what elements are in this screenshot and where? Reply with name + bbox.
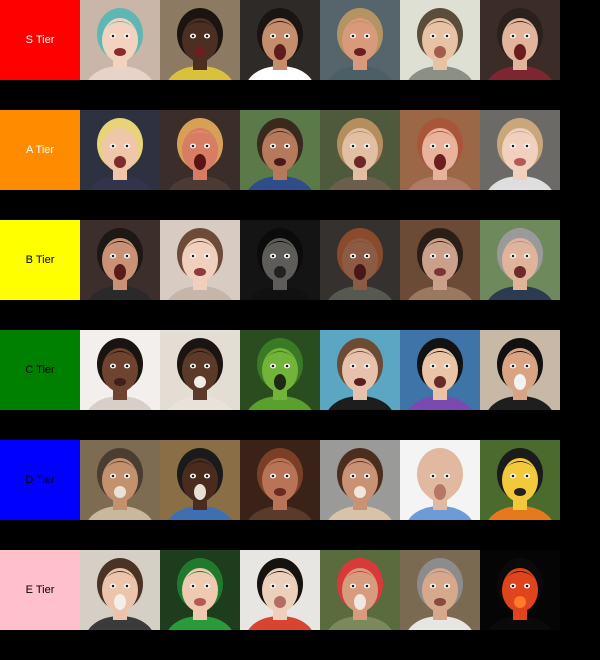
- braids-woman-image: [80, 330, 160, 410]
- crying-baby-image: [400, 220, 480, 300]
- man-cap-squinting-tile[interactable]: [160, 440, 240, 520]
- green-peppers-faces-tile[interactable]: [240, 330, 320, 410]
- yelling-man-blonde-tile[interactable]: [320, 0, 400, 80]
- surprised-baby-tile[interactable]: [480, 110, 560, 190]
- surprised-grey-hair-man-tile[interactable]: [480, 220, 560, 300]
- man-beanie-shocked-image: [320, 220, 400, 300]
- tier-label[interactable]: B Tier: [0, 220, 80, 300]
- surprised-grey-hair-man-image: [480, 220, 560, 300]
- screaming-girl-dark-hair-image: [240, 0, 320, 80]
- yelling-man-glasses-image: [80, 110, 160, 190]
- glowing-pumpkin-dark-image: [480, 550, 560, 630]
- tier-row-b-tier: B Tier: [0, 220, 600, 300]
- gamer-headset-shocked-image: [480, 0, 560, 80]
- yelling-man-glasses-tile[interactable]: [80, 110, 160, 190]
- seated-man-office-image: [400, 550, 480, 630]
- green-peppers-faces-image: [240, 330, 320, 410]
- tier-row-c-tier: C Tier: [0, 330, 600, 410]
- screaming-curly-hair-woman-tile[interactable]: [320, 110, 400, 190]
- hypno-glasses-man-image: [80, 220, 160, 300]
- lego-figure-flower-image: [480, 440, 560, 520]
- tier-items: [80, 550, 560, 630]
- shocked-woman-teal-hair-image: [80, 0, 160, 80]
- young-man-earbuds-image: [160, 330, 240, 410]
- shocked-boy-yellow-shirt-tile[interactable]: [160, 0, 240, 80]
- bald-man-blue-shirt-image: [400, 440, 480, 520]
- laughing-girl-wheelchair-image: [320, 330, 400, 410]
- woman-curly-hair-disgust-tile[interactable]: [240, 440, 320, 520]
- boy-red-cap-smiling-tile[interactable]: [320, 550, 400, 630]
- man-black-cap-grimace-tile[interactable]: [480, 330, 560, 410]
- crying-baby-tile[interactable]: [400, 220, 480, 300]
- tier-label[interactable]: C Tier: [0, 330, 80, 410]
- smiling-boy-vest-tile[interactable]: [80, 550, 160, 630]
- girl-black-bob-image: [240, 550, 320, 630]
- tier-items: [80, 440, 560, 520]
- tier-items: [80, 0, 560, 80]
- dark-ghost-face-tile[interactable]: [240, 220, 320, 300]
- grimacing-man-grey-shirt-tile[interactable]: [400, 0, 480, 80]
- bald-man-blue-shirt-tile[interactable]: [400, 440, 480, 520]
- braids-woman-tile[interactable]: [80, 330, 160, 410]
- glowing-pumpkin-dark-tile[interactable]: [480, 550, 560, 630]
- man-beanie-shocked-tile[interactable]: [320, 220, 400, 300]
- tier-list: S Tier A Tier B Tier C Tier D Tier E Tier: [0, 0, 600, 660]
- baby-elf-costume-tile[interactable]: [160, 550, 240, 630]
- screaming-woman-brown-hair-image: [400, 110, 480, 190]
- screaming-woman-brown-hair-tile[interactable]: [400, 110, 480, 190]
- screaming-red-face-man-image: [160, 110, 240, 190]
- surprised-woman-bangs-tile[interactable]: [160, 220, 240, 300]
- tier-label[interactable]: S Tier: [0, 0, 80, 80]
- tier-row-d-tier: D Tier: [0, 440, 600, 520]
- smiling-boy-vest-image: [80, 550, 160, 630]
- tier-row-a-tier: A Tier: [0, 110, 600, 190]
- woman-curly-hair-disgust-image: [240, 440, 320, 520]
- laughing-old-man-image: [80, 440, 160, 520]
- seated-man-office-tile[interactable]: [400, 550, 480, 630]
- boy-red-cap-smiling-image: [320, 550, 400, 630]
- laughing-old-man-tile[interactable]: [80, 440, 160, 520]
- screaming-red-face-man-tile[interactable]: [160, 110, 240, 190]
- man-black-cap-grimace-image: [480, 330, 560, 410]
- shocked-woman-forest-image: [240, 110, 320, 190]
- screaming-girl-dark-hair-tile[interactable]: [240, 0, 320, 80]
- tier-items: [80, 330, 560, 410]
- laughing-girl-wheelchair-tile[interactable]: [320, 330, 400, 410]
- tier-label[interactable]: A Tier: [0, 110, 80, 190]
- tier-label[interactable]: E Tier: [0, 550, 80, 630]
- yelling-man-blonde-image: [320, 0, 400, 80]
- dark-ghost-face-image: [240, 220, 320, 300]
- girl-black-bob-tile[interactable]: [240, 550, 320, 630]
- hypno-glasses-man-tile[interactable]: [80, 220, 160, 300]
- tier-items: [80, 110, 560, 190]
- surprised-baby-image: [480, 110, 560, 190]
- tier-row-e-tier: E Tier: [0, 550, 600, 630]
- baby-elf-costume-image: [160, 550, 240, 630]
- gamer-headset-shocked-tile[interactable]: [480, 0, 560, 80]
- tier-row-s-tier: S Tier: [0, 0, 600, 80]
- shocked-woman-forest-tile[interactable]: [240, 110, 320, 190]
- shocked-woman-teal-hair-tile[interactable]: [80, 0, 160, 80]
- tier-items: [80, 220, 560, 300]
- shocked-boy-yellow-shirt-image: [160, 0, 240, 80]
- young-man-earbuds-tile[interactable]: [160, 330, 240, 410]
- man-glasses-purple-shirt-tile[interactable]: [400, 330, 480, 410]
- surprised-woman-bangs-image: [160, 220, 240, 300]
- grimacing-man-grey-shirt-image: [400, 0, 480, 80]
- woman-headband-laughing-tile[interactable]: [320, 440, 400, 520]
- screaming-curly-hair-woman-image: [320, 110, 400, 190]
- man-glasses-purple-shirt-image: [400, 330, 480, 410]
- tier-label[interactable]: D Tier: [0, 440, 80, 520]
- woman-headband-laughing-image: [320, 440, 400, 520]
- man-cap-squinting-image: [160, 440, 240, 520]
- lego-figure-flower-tile[interactable]: [480, 440, 560, 520]
